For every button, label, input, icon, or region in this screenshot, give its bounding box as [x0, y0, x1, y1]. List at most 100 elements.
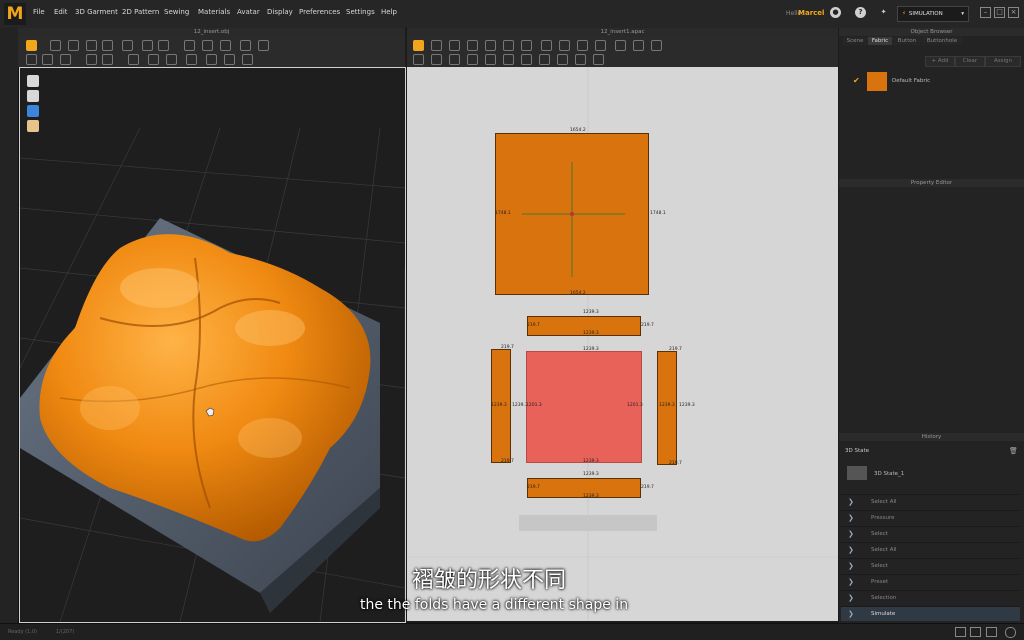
circle-icon[interactable] — [521, 40, 532, 51]
avatar-toggle-icon[interactable] — [27, 90, 39, 102]
power-icon[interactable] — [1005, 627, 1016, 638]
help-icon[interactable]: ? — [855, 7, 866, 18]
frame-icon[interactable] — [593, 54, 604, 65]
menu-edit[interactable]: Edit — [54, 8, 68, 16]
fabric-tool-icon[interactable] — [503, 54, 514, 65]
internal-circle-icon[interactable] — [577, 40, 588, 51]
grid-icon[interactable] — [102, 54, 113, 65]
history-state-item[interactable]: 3D State_1 — [874, 471, 904, 477]
fabric-swatch[interactable] — [867, 72, 887, 91]
menu-settings[interactable]: Settings — [346, 8, 375, 16]
skin-toggle-icon[interactable] — [27, 120, 39, 132]
texture-icon[interactable] — [86, 54, 97, 65]
rectangle-icon[interactable] — [503, 40, 514, 51]
maximize-icon[interactable]: □ — [994, 7, 1005, 18]
curve-icon[interactable] — [449, 40, 460, 51]
tab-fabric[interactable]: Fabric — [868, 37, 892, 45]
menu-display[interactable]: Display — [267, 8, 293, 16]
button-tool-icon[interactable] — [521, 54, 532, 65]
menu-materials[interactable]: Materials — [198, 8, 230, 16]
2d-select-icon[interactable] — [413, 40, 424, 51]
history-row[interactable]: ❯ Select — [841, 558, 1020, 573]
tab-scene[interactable]: Scene — [843, 37, 867, 45]
lines-icon[interactable] — [651, 40, 662, 51]
tab-button[interactable]: Button — [893, 37, 921, 45]
simulation-mode-button[interactable]: ⚡ SIMULATION ▾ — [897, 6, 969, 22]
sew-icon[interactable] — [413, 54, 424, 65]
avatar-icon[interactable] — [202, 40, 213, 51]
tab-buttonhole[interactable]: Buttonhole — [922, 37, 962, 45]
menu-file[interactable]: File — [33, 8, 45, 16]
tack-icon[interactable] — [142, 40, 153, 51]
dot-icon[interactable] — [148, 54, 159, 65]
menu-preferences[interactable]: Preferences — [299, 8, 340, 16]
pattern-piece-center[interactable] — [526, 351, 642, 463]
menu-3d-garment[interactable]: 3D Garment — [75, 8, 118, 16]
close-icon[interactable]: × — [1008, 7, 1019, 18]
history-row[interactable]: ❯ Selection — [841, 590, 1020, 605]
fold-icon[interactable] — [158, 40, 169, 51]
history-row[interactable]: ❯ Select All — [841, 542, 1020, 557]
bar-icon[interactable] — [258, 40, 269, 51]
garment-icon[interactable] — [184, 40, 195, 51]
square-tool-icon[interactable] — [541, 40, 552, 51]
shirt-icon[interactable] — [27, 75, 39, 87]
user-icon[interactable]: ● — [830, 7, 841, 18]
layer-icon[interactable] — [206, 54, 217, 65]
pattern-piece-strip-right[interactable] — [657, 351, 677, 465]
stitch-icon[interactable] — [128, 54, 139, 65]
history-row[interactable]: ❯ Preset — [841, 574, 1020, 589]
annotation-icon[interactable] — [557, 54, 568, 65]
assign-button[interactable]: Assign — [985, 56, 1021, 67]
ring-icon[interactable] — [240, 40, 251, 51]
check-sew-icon[interactable] — [467, 54, 478, 65]
pin-icon[interactable] — [122, 40, 133, 51]
menu-avatar[interactable]: Avatar — [237, 8, 260, 16]
tuck-icon[interactable] — [485, 54, 496, 65]
layout-2d-icon[interactable] — [986, 627, 997, 637]
fabric-name[interactable]: Default Fabric — [892, 78, 930, 84]
zipper-icon[interactable] — [186, 54, 197, 65]
graphic-icon[interactable] — [539, 54, 550, 65]
transform-icon[interactable] — [68, 40, 79, 51]
trash-icon[interactable]: 🗑 — [1009, 447, 1018, 455]
clear-button[interactable]: Clear — [955, 56, 985, 67]
pleat-icon[interactable] — [615, 40, 626, 51]
segment-sew-icon[interactable] — [431, 54, 442, 65]
polygon-icon[interactable] — [485, 40, 496, 51]
menu-help[interactable]: Help — [381, 8, 397, 16]
scale-icon[interactable] — [102, 40, 113, 51]
image-icon[interactable] — [575, 54, 586, 65]
move-tool-icon[interactable] — [50, 40, 61, 51]
internal-rect-icon[interactable] — [559, 40, 570, 51]
menu-2d-pattern[interactable]: 2D Pattern — [122, 8, 159, 16]
settings-icon[interactable]: ✦ — [878, 7, 889, 18]
layout-single-icon[interactable] — [955, 627, 966, 637]
minimize-icon[interactable]: – — [980, 7, 991, 18]
line-icon[interactable] — [166, 54, 177, 65]
texture-toggle-icon[interactable] — [27, 105, 39, 117]
history-row-current[interactable]: ❯ Simulate — [841, 606, 1020, 621]
add-fabric-button[interactable]: + Add — [925, 56, 955, 67]
hanger-icon[interactable] — [224, 54, 235, 65]
select-tool-icon[interactable] — [26, 40, 37, 51]
measure-icon[interactable] — [220, 40, 231, 51]
walk-icon[interactable] — [26, 54, 37, 65]
edit-pattern-icon[interactable] — [431, 40, 442, 51]
box-select-icon[interactable] — [86, 40, 97, 51]
seam-icon[interactable] — [633, 40, 644, 51]
2d-pattern-window[interactable]: 1654.2 1654.2 1748.1 1748.1 1239.3 1239.… — [407, 67, 838, 621]
dart-icon[interactable] — [595, 40, 606, 51]
history-row[interactable]: ❯ Pressure — [841, 510, 1020, 525]
layout-split-icon[interactable] — [970, 627, 981, 637]
point-icon[interactable] — [467, 40, 478, 51]
history-row[interactable]: ❯ Select — [841, 526, 1020, 541]
3d-viewport[interactable] — [19, 67, 406, 623]
history-row[interactable]: ❯ Select All — [841, 494, 1020, 509]
brush-icon[interactable] — [60, 54, 71, 65]
menu-sewing[interactable]: Sewing — [164, 8, 189, 16]
steam-icon[interactable] — [42, 54, 53, 65]
user-name[interactable]: Marcel — [798, 9, 824, 17]
arrows-icon[interactable] — [242, 54, 253, 65]
free-sew-icon[interactable] — [449, 54, 460, 65]
